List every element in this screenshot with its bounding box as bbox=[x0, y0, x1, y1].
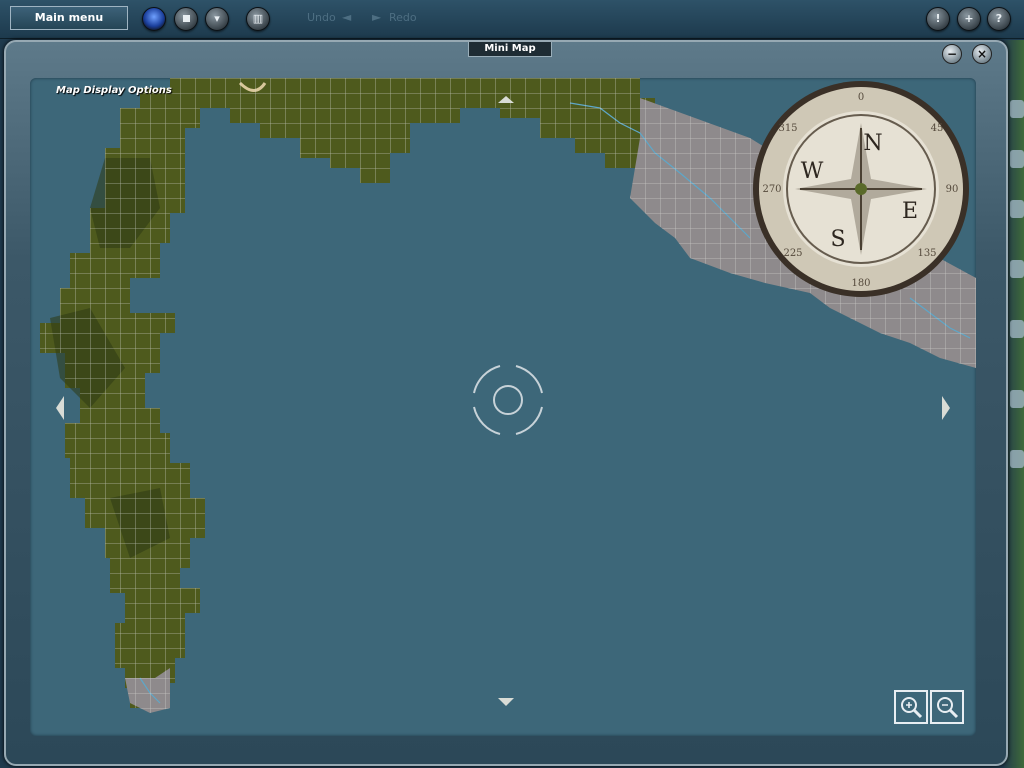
help-icon[interactable]: ? bbox=[987, 7, 1011, 31]
compass-degree-270: 270 bbox=[762, 184, 781, 195]
compass-degree-90: 90 bbox=[946, 184, 959, 195]
info-icon[interactable]: ! bbox=[926, 7, 950, 31]
mini-map-view[interactable]: 0 45 90 135 180 225 270 315 N E S W Map … bbox=[30, 78, 976, 736]
map-canvas[interactable]: 0 45 90 135 180 225 270 315 N E S W bbox=[30, 78, 976, 736]
stop-icon[interactable] bbox=[174, 7, 198, 31]
zoom-in-icon bbox=[901, 697, 923, 719]
compass-w-label: W bbox=[801, 159, 824, 184]
compass-rose-icon bbox=[753, 81, 969, 297]
compass-n-label: N bbox=[863, 131, 882, 156]
main-menu-button[interactable]: Main menu bbox=[10, 6, 128, 30]
scroll-right-arrow-icon[interactable] bbox=[942, 396, 950, 420]
filter-icon[interactable]: ▾ bbox=[205, 7, 229, 31]
wrench-icon[interactable] bbox=[1010, 320, 1024, 338]
window-title: Mini Map bbox=[468, 42, 552, 57]
redo-arrow-icon: ► bbox=[372, 10, 382, 24]
compass-degree-315: 315 bbox=[778, 123, 797, 134]
compass-degree-0: 0 bbox=[858, 92, 864, 103]
compass-degree-45: 45 bbox=[931, 123, 944, 134]
globe-icon[interactable] bbox=[142, 7, 166, 31]
side-tool-icon[interactable] bbox=[1010, 100, 1024, 118]
undo-arrow-icon: ◄ bbox=[342, 10, 352, 24]
top-toolbar: Main menu ▾ ▥ Undo ◄ ► Redo ! + ? bbox=[0, 0, 1024, 39]
compass-degree-135: 135 bbox=[917, 248, 936, 259]
mini-map-window: Mini Map − × 0 45 90 135 180 225 270 315… bbox=[4, 40, 1008, 766]
compass-e-label: E bbox=[902, 199, 918, 224]
zoom-out-icon bbox=[937, 697, 959, 719]
redo-button[interactable]: Redo bbox=[389, 11, 417, 24]
map-display-options-link[interactable]: Map Display Options bbox=[56, 85, 172, 96]
zoom-in-button[interactable] bbox=[894, 690, 928, 724]
grid-icon[interactable]: ▥ bbox=[246, 7, 270, 31]
compass-s-label: S bbox=[830, 227, 845, 252]
side-tool-icon[interactable] bbox=[1010, 200, 1024, 218]
side-tool-icon[interactable] bbox=[1010, 260, 1024, 278]
side-tool-icon[interactable] bbox=[1010, 390, 1024, 408]
close-button[interactable]: × bbox=[972, 44, 992, 64]
scroll-left-arrow-icon[interactable] bbox=[56, 396, 64, 420]
side-tool-icon[interactable] bbox=[1010, 150, 1024, 168]
add-icon[interactable]: + bbox=[957, 7, 981, 31]
compass-degree-180: 180 bbox=[851, 278, 870, 289]
scroll-down-arrow-icon[interactable] bbox=[498, 698, 514, 706]
compass-degree-225: 225 bbox=[783, 248, 802, 259]
zoom-out-button[interactable] bbox=[930, 690, 964, 724]
center-crosshair-icon bbox=[473, 365, 543, 435]
minimize-button[interactable]: − bbox=[942, 44, 962, 64]
undo-button[interactable]: Undo bbox=[307, 11, 336, 24]
side-tool-icon[interactable] bbox=[1010, 450, 1024, 468]
